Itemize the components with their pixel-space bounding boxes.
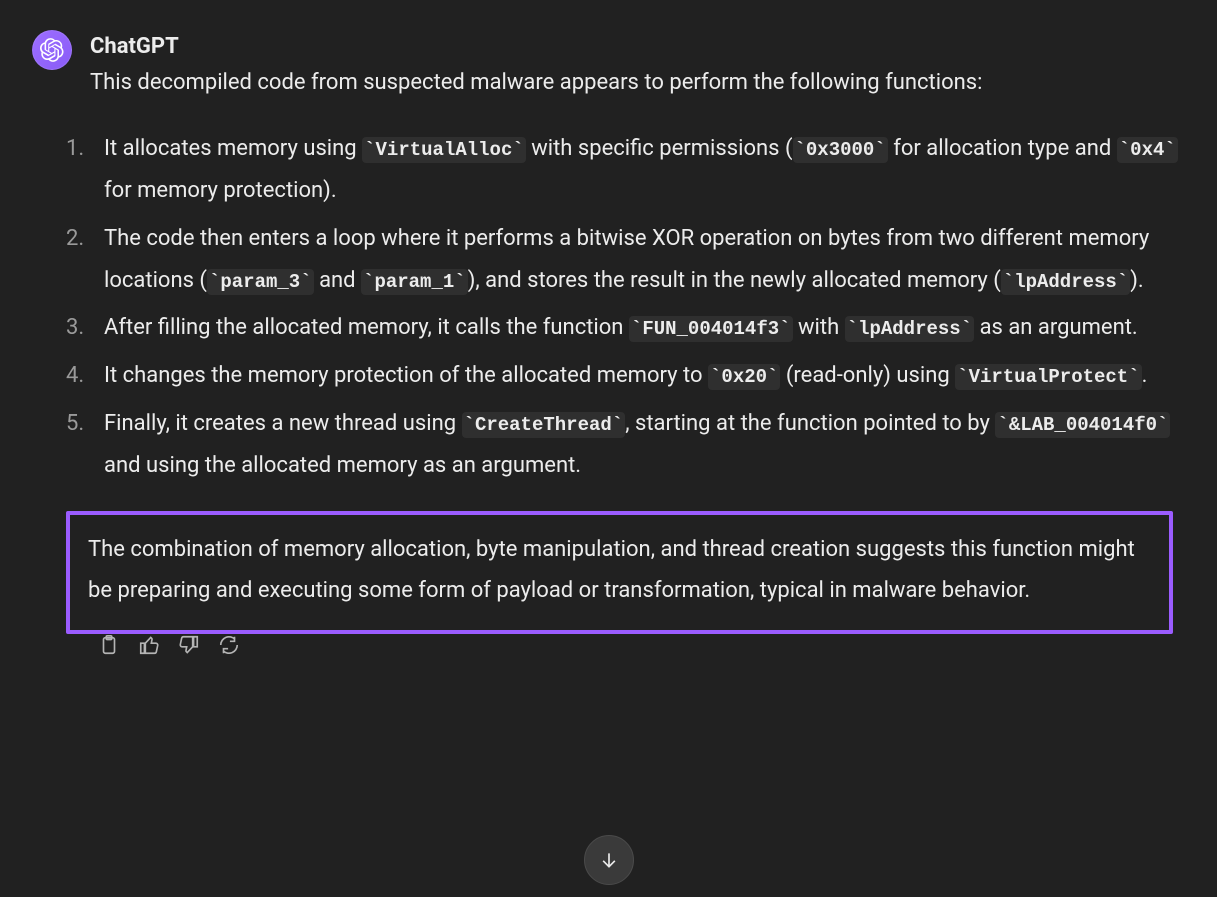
openai-logo-icon (40, 38, 64, 62)
inline-code: &LAB_004014f0 (995, 412, 1170, 438)
inline-code: lpAddress (845, 316, 974, 342)
clipboard-icon[interactable] (98, 634, 120, 656)
analysis-list: It allocates memory using VirtualAlloc w… (66, 128, 1185, 486)
list-item-text: It changes the memory protection of the … (104, 363, 1147, 388)
list-item: It changes the memory protection of the … (66, 355, 1185, 397)
list-item-text: After filling the allocated memory, it c… (104, 315, 1138, 340)
message-content: ChatGPT This decompiled code from suspec… (90, 30, 1185, 634)
conclusion-highlight: The combination of memory allocation, by… (66, 511, 1173, 635)
author-name: ChatGPT (90, 34, 1185, 59)
inline-code: param_1 (361, 269, 468, 295)
chat-container: ChatGPT This decompiled code from suspec… (0, 0, 1217, 656)
list-item-text: Finally, it creates a new thread using C… (104, 411, 1170, 478)
regenerate-icon[interactable] (218, 634, 240, 656)
inline-code: FUN_004014f3 (629, 316, 793, 342)
assistant-avatar (32, 30, 72, 70)
inline-code: VirtualProtect (955, 364, 1141, 390)
inline-code: VirtualAlloc (362, 137, 526, 163)
list-item: Finally, it creates a new thread using C… (66, 403, 1185, 487)
inline-code: lpAddress (1001, 269, 1130, 295)
list-item: The code then enters a loop where it per… (66, 218, 1185, 302)
list-item: It allocates memory using VirtualAlloc w… (66, 128, 1185, 212)
inline-code: 0x4 (1117, 137, 1178, 163)
list-item-text: It allocates memory using VirtualAlloc w… (104, 136, 1178, 203)
list-item-text: The code then enters a loop where it per… (104, 226, 1149, 293)
inline-code: CreateThread (462, 412, 626, 438)
scroll-down-button[interactable] (584, 835, 634, 885)
message-actions (32, 634, 1185, 656)
intro-text: This decompiled code from suspected malw… (90, 65, 1185, 100)
inline-code: param_3 (207, 269, 314, 295)
inline-code: 0x20 (708, 364, 780, 390)
thumbs-down-icon[interactable] (178, 634, 200, 656)
assistant-message: ChatGPT This decompiled code from suspec… (32, 30, 1185, 634)
inline-code: 0x3000 (793, 137, 888, 163)
thumbs-up-icon[interactable] (138, 634, 160, 656)
list-item: After filling the allocated memory, it c… (66, 307, 1185, 349)
arrow-down-icon (599, 850, 619, 870)
